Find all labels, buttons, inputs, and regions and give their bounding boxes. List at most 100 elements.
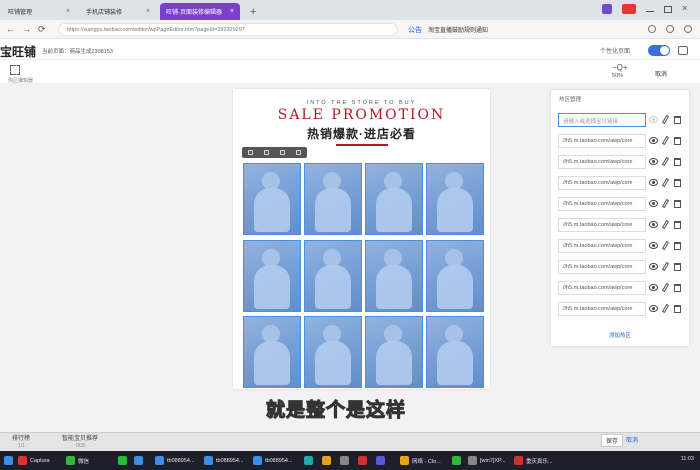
taskbar-item[interactable] bbox=[322, 454, 331, 467]
eye-icon[interactable] bbox=[649, 137, 658, 144]
taskbar-item[interactable]: 微信 bbox=[66, 454, 89, 467]
smart-recommend-tab[interactable]: 智能宝贝推荐 bbox=[62, 433, 98, 442]
trash-icon[interactable] bbox=[674, 137, 681, 145]
trash-icon[interactable] bbox=[296, 150, 302, 155]
reload-icon[interactable]: ⟳ bbox=[38, 24, 46, 35]
copy-icon[interactable] bbox=[280, 150, 286, 155]
taskbar-item[interactable] bbox=[376, 454, 385, 467]
taskbar-item[interactable]: [win7]XP... bbox=[468, 454, 506, 467]
monitor-icon[interactable] bbox=[678, 46, 688, 55]
edit-icon[interactable] bbox=[661, 156, 670, 167]
eye-icon[interactable] bbox=[263, 150, 269, 155]
start-icon[interactable] bbox=[4, 454, 13, 467]
edit-icon[interactable] bbox=[661, 198, 670, 209]
zoom-icon[interactable]: −Q+ bbox=[612, 63, 628, 72]
eye-icon[interactable] bbox=[649, 179, 658, 186]
link-input[interactable]: //h5.m.taobao.com/awp/core bbox=[558, 260, 646, 274]
taskbar-item[interactable] bbox=[358, 454, 367, 467]
eye-icon[interactable] bbox=[649, 284, 658, 291]
link-input[interactable]: //h5.m.taobao.com/awp/core bbox=[558, 239, 646, 253]
trash-icon[interactable] bbox=[674, 179, 681, 187]
hotspot-area[interactable] bbox=[304, 316, 362, 388]
forward-icon[interactable]: → bbox=[22, 24, 31, 34]
cancel-button[interactable]: 取消 bbox=[626, 435, 638, 444]
trash-icon[interactable] bbox=[674, 221, 681, 229]
hotspot-area[interactable] bbox=[365, 163, 423, 235]
trash-icon[interactable] bbox=[674, 263, 681, 271]
hotspot-area[interactable] bbox=[243, 240, 301, 312]
taskbar-item[interactable] bbox=[452, 454, 461, 467]
trash-icon[interactable] bbox=[674, 284, 681, 292]
link-input[interactable]: //h5.m.taobao.com/awp/core bbox=[558, 218, 646, 232]
hotspot-canvas[interactable]: INTO THE STORE TO BUY SALE PROMOTION 热销爆… bbox=[233, 89, 490, 389]
link-input[interactable]: //h5.m.taobao.com/awp/core bbox=[558, 134, 646, 148]
hotspot-area[interactable] bbox=[426, 240, 484, 312]
add-hotspot-link[interactable]: 添加热区 bbox=[551, 331, 689, 339]
trash-icon[interactable] bbox=[674, 200, 681, 208]
taskbar-item[interactable]: 重庆真乐... bbox=[514, 454, 553, 467]
browser-tab-mobile-decoration[interactable]: 手机店铺装修 × bbox=[80, 3, 156, 20]
personal-page-toggle[interactable] bbox=[648, 45, 670, 56]
hotspot-area[interactable] bbox=[304, 240, 362, 312]
badge-icon[interactable] bbox=[622, 4, 636, 14]
new-tab-button[interactable]: + bbox=[244, 3, 262, 20]
eye-icon[interactable] bbox=[649, 200, 658, 207]
minimize-icon[interactable] bbox=[646, 6, 654, 12]
taskbar-item[interactable]: tb088954... bbox=[253, 454, 293, 467]
notice-link[interactable]: 淘宝直播鼓励规则通知 bbox=[428, 25, 488, 34]
link-input[interactable]: //h5.m.taobao.com/awp/core bbox=[558, 281, 646, 295]
star-icon[interactable] bbox=[648, 25, 656, 33]
trash-icon[interactable] bbox=[674, 116, 681, 124]
trash-icon[interactable] bbox=[674, 158, 681, 166]
hotspot-editor-icon[interactable] bbox=[10, 65, 20, 75]
eye-icon[interactable] bbox=[649, 242, 658, 249]
hotspot-area[interactable] bbox=[426, 163, 484, 235]
edit-icon[interactable] bbox=[661, 219, 670, 230]
profile-icon[interactable] bbox=[666, 25, 674, 33]
link-input[interactable]: //h5.m.taobao.com/awp/core bbox=[558, 155, 646, 169]
url-field[interactable]: https://xiangyu.taobao.com/editor/wpPage… bbox=[58, 23, 398, 36]
eye-icon[interactable] bbox=[649, 305, 658, 312]
link-input[interactable]: 请输入或选择宝贝链接 bbox=[558, 113, 646, 127]
edit-icon[interactable] bbox=[661, 114, 670, 125]
edit-icon[interactable] bbox=[661, 177, 670, 188]
menu-icon[interactable] bbox=[684, 25, 692, 33]
maximize-icon[interactable] bbox=[664, 5, 672, 13]
edit-icon[interactable] bbox=[661, 303, 670, 314]
browser-tab-shop-admin[interactable]: 旺铺管理 × bbox=[2, 3, 76, 20]
eye-icon[interactable] bbox=[649, 158, 658, 165]
cancel-button[interactable]: 取消 bbox=[655, 69, 667, 78]
taskbar-item[interactable] bbox=[118, 454, 127, 467]
hotspot-area[interactable] bbox=[304, 163, 362, 235]
edit-icon[interactable] bbox=[661, 240, 670, 251]
edit-icon[interactable] bbox=[247, 150, 253, 155]
edit-icon[interactable] bbox=[661, 261, 670, 272]
hotspot-area[interactable] bbox=[243, 316, 301, 388]
eye-icon[interactable] bbox=[649, 116, 658, 123]
link-input[interactable]: //h5.m.taobao.com/awp/core bbox=[558, 176, 646, 190]
eye-icon[interactable] bbox=[649, 221, 658, 228]
hotspot-area[interactable] bbox=[243, 163, 301, 235]
browser-tab-page-editor[interactable]: 旺铺-页面装修编辑器 × bbox=[160, 3, 240, 20]
eye-icon[interactable] bbox=[649, 263, 658, 270]
taskbar-item[interactable] bbox=[134, 454, 143, 467]
trash-icon[interactable] bbox=[674, 305, 681, 313]
taskbar-item[interactable]: Captura bbox=[18, 454, 50, 467]
link-input[interactable]: //h5.m.taobao.com/awp/core bbox=[558, 302, 646, 316]
back-icon[interactable]: ← bbox=[6, 24, 15, 34]
hotspot-area[interactable] bbox=[426, 316, 484, 388]
taskbar-item[interactable]: tb088954... bbox=[155, 454, 195, 467]
taskbar-item[interactable]: tb088954... bbox=[204, 454, 244, 467]
edit-icon[interactable] bbox=[661, 135, 670, 146]
close-icon[interactable]: × bbox=[66, 8, 70, 15]
trash-icon[interactable] bbox=[674, 242, 681, 250]
close-icon[interactable]: × bbox=[230, 8, 234, 15]
close-icon[interactable]: × bbox=[146, 8, 150, 15]
edit-icon[interactable] bbox=[661, 282, 670, 293]
hotspot-area[interactable] bbox=[365, 316, 423, 388]
taskbar-item[interactable]: 网络 - Clo... bbox=[400, 454, 441, 467]
ranking-tab[interactable]: 排行榜 bbox=[12, 433, 30, 442]
extension-icon[interactable] bbox=[602, 4, 612, 14]
link-input[interactable]: //h5.m.taobao.com/awp/core bbox=[558, 197, 646, 211]
taskbar-item[interactable] bbox=[304, 454, 313, 467]
